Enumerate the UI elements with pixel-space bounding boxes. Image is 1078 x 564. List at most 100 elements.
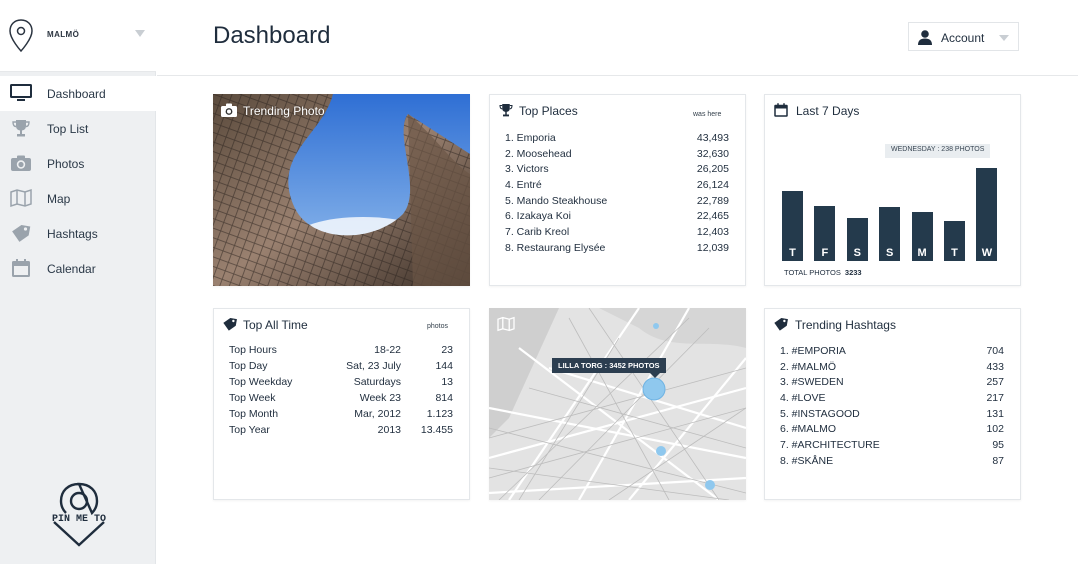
list-item[interactable]: 7. Carib Kreol 12,403 bbox=[505, 226, 729, 242]
bar-2[interactable]: S bbox=[846, 218, 868, 261]
list-item[interactable]: 4. #LOVE 217 bbox=[780, 392, 1004, 408]
stat-label: Top Week bbox=[229, 392, 276, 404]
sidebar-item-calendar[interactable]: Calendar bbox=[0, 251, 156, 286]
list-item-name: 6. Izakaya Koi bbox=[505, 210, 571, 223]
list-item-value: 217 bbox=[986, 392, 1004, 405]
total-label: TOTAL PHOTOS bbox=[784, 268, 841, 277]
top-places-card: Top Places was here 1. Emporia 43,493 2. M… bbox=[489, 94, 746, 286]
list-item-value: 131 bbox=[986, 407, 1004, 420]
bar-day-label: S bbox=[886, 247, 894, 259]
table-row: Top Month Mar, 2012 1.123 bbox=[229, 408, 453, 424]
list-item-name: 1. #EMPORIA bbox=[780, 345, 846, 357]
sidebar-item-photos[interactable]: Photos bbox=[0, 146, 156, 181]
sidebar-item-top-list[interactable]: Top List bbox=[0, 111, 156, 146]
list-item[interactable]: 3. Victors 26,205 bbox=[505, 163, 729, 179]
logo-text: PIN ME TO bbox=[52, 514, 106, 525]
tag-icon bbox=[774, 317, 788, 331]
sidebar-item-dashboard[interactable]: Dashboard bbox=[0, 76, 156, 111]
city-name: MALMÖ bbox=[47, 30, 80, 39]
sidebar-item-map[interactable]: Map bbox=[0, 181, 156, 216]
list-item[interactable]: 6. Izakaya Koi 22,465 bbox=[505, 210, 729, 226]
total-photos: TOTAL PHOTOS 3233 bbox=[784, 268, 862, 277]
city-selector[interactable]: MALMÖ bbox=[0, 0, 156, 72]
list-item-value: 26,124 bbox=[696, 179, 729, 192]
list-item[interactable]: 4. Entré 26,124 bbox=[505, 179, 729, 195]
chevron-down-icon bbox=[999, 35, 1009, 41]
list-item-value: 87 bbox=[992, 454, 1004, 467]
list-item-value: 95 bbox=[992, 439, 1004, 452]
list-item[interactable]: 5. #INSTAGOOD 131 bbox=[780, 408, 1004, 424]
list-item-name: 7. Carib Kreol bbox=[505, 226, 570, 239]
stat-value: 13 bbox=[441, 376, 453, 388]
bar-day-label: W bbox=[981, 247, 993, 259]
bar-5[interactable]: T bbox=[944, 221, 965, 261]
stat-detail: Saturdays bbox=[353, 376, 401, 388]
list-item[interactable]: 2. Moosehead 32,630 bbox=[505, 148, 729, 164]
list-item-name: 5. Mando Steakhouse bbox=[505, 194, 608, 207]
list-item-value: 433 bbox=[986, 360, 1004, 373]
bar-1[interactable]: F bbox=[814, 206, 836, 261]
calendar-icon bbox=[774, 103, 788, 117]
list-item-value: 22,789 bbox=[696, 194, 729, 207]
sidebar-nav: Dashboard Top List Photos Map Hashtags C… bbox=[0, 76, 156, 286]
sidebar-item-label: Top List bbox=[47, 122, 89, 136]
calendar-icon bbox=[12, 259, 30, 277]
map-icon bbox=[10, 188, 32, 208]
tag-icon bbox=[223, 317, 237, 331]
pin-me-to-logo: PIN ME TO bbox=[52, 482, 106, 547]
bar-3[interactable]: S bbox=[879, 207, 901, 261]
bar-0[interactable]: T bbox=[782, 191, 803, 261]
list-item-name: 1. Emporia bbox=[505, 132, 556, 144]
map-card[interactable]: LILLA TORG : 3452 PHOTOS bbox=[489, 308, 746, 500]
sidebar-item-hashtags[interactable]: Hashtags bbox=[0, 216, 156, 251]
account-dropdown[interactable]: Account bbox=[908, 22, 1019, 51]
sidebar: MALMÖ Dashboard Top List Photos Map Hash… bbox=[0, 0, 156, 564]
list-item[interactable]: 8. Restaurang Elysée 12,039 bbox=[505, 242, 729, 258]
list-item-name: 7. #ARCHITECTURE bbox=[780, 439, 880, 452]
list-item[interactable]: 7. #ARCHITECTURE 95 bbox=[780, 439, 1004, 455]
sidebar-item-label: Dashboard bbox=[47, 87, 106, 101]
sidebar-item-label: Map bbox=[47, 192, 71, 206]
page-title: Dashboard bbox=[213, 22, 331, 49]
list-item[interactable]: 6. #MALMO 102 bbox=[780, 423, 1004, 439]
stat-value: 1.123 bbox=[426, 408, 453, 420]
list-item-value: 102 bbox=[986, 423, 1004, 436]
map-view[interactable] bbox=[489, 308, 746, 500]
list-item-value: 257 bbox=[986, 376, 1004, 389]
list-item[interactable]: 2. #MALMÖ 433 bbox=[780, 361, 1004, 377]
bar-day-label: S bbox=[853, 247, 861, 259]
trending-photo-card[interactable]: Trending Photo bbox=[213, 94, 470, 286]
list-item[interactable]: 1. Emporia 43,493 bbox=[505, 132, 729, 148]
chevron-down-icon[interactable] bbox=[135, 30, 145, 37]
card-title: Top All Time bbox=[243, 318, 308, 332]
card-title: Top Places bbox=[519, 104, 578, 118]
list-item-name: 3. Victors bbox=[505, 163, 549, 176]
bar-tooltip: WEDNESDAY : 238 PHOTOS bbox=[885, 144, 991, 158]
list-item-name: 4. Entré bbox=[505, 179, 542, 192]
table-row: Top Hours 18-22 23 bbox=[229, 344, 453, 360]
account-label: Account bbox=[941, 31, 985, 45]
stat-detail: Mar, 2012 bbox=[354, 408, 401, 420]
bar-day-label: T bbox=[951, 247, 958, 259]
list-item[interactable]: 5. Mando Steakhouse 22,789 bbox=[505, 195, 729, 211]
map-icon bbox=[497, 316, 515, 332]
list-item-name: 2. Moosehead bbox=[505, 147, 572, 160]
list-item-value: 43,493 bbox=[696, 132, 729, 144]
list-item[interactable]: 1. #EMPORIA 704 bbox=[780, 345, 1004, 361]
stat-detail: 18-22 bbox=[374, 344, 401, 356]
bar-4[interactable]: M bbox=[911, 212, 933, 261]
table-row: Top Year 2013 13.455 bbox=[229, 424, 453, 440]
bar-6[interactable]: W bbox=[976, 168, 998, 261]
tag-icon bbox=[12, 224, 31, 242]
trending-hashtags-list: 1. #EMPORIA 704 2. #MALMÖ 433 3. #SWEDEN 257 4… bbox=[780, 345, 1004, 471]
table-row: Top Week Week 23 814 bbox=[229, 392, 453, 408]
stat-label: Top Weekday bbox=[229, 376, 293, 388]
list-item-name: 6. #MALMO bbox=[780, 423, 837, 436]
trophy-icon bbox=[12, 120, 30, 137]
monitor-icon bbox=[10, 84, 32, 101]
list-item[interactable]: 8. #SKÅNE 87 bbox=[780, 455, 1004, 471]
camera-icon bbox=[221, 103, 237, 117]
list-item[interactable]: 3. #SWEDEN 257 bbox=[780, 376, 1004, 392]
trending-photo-image bbox=[213, 94, 470, 286]
top-places-list: 1. Emporia 43,493 2. Moosehead 32,630 3. Vic… bbox=[505, 132, 729, 258]
